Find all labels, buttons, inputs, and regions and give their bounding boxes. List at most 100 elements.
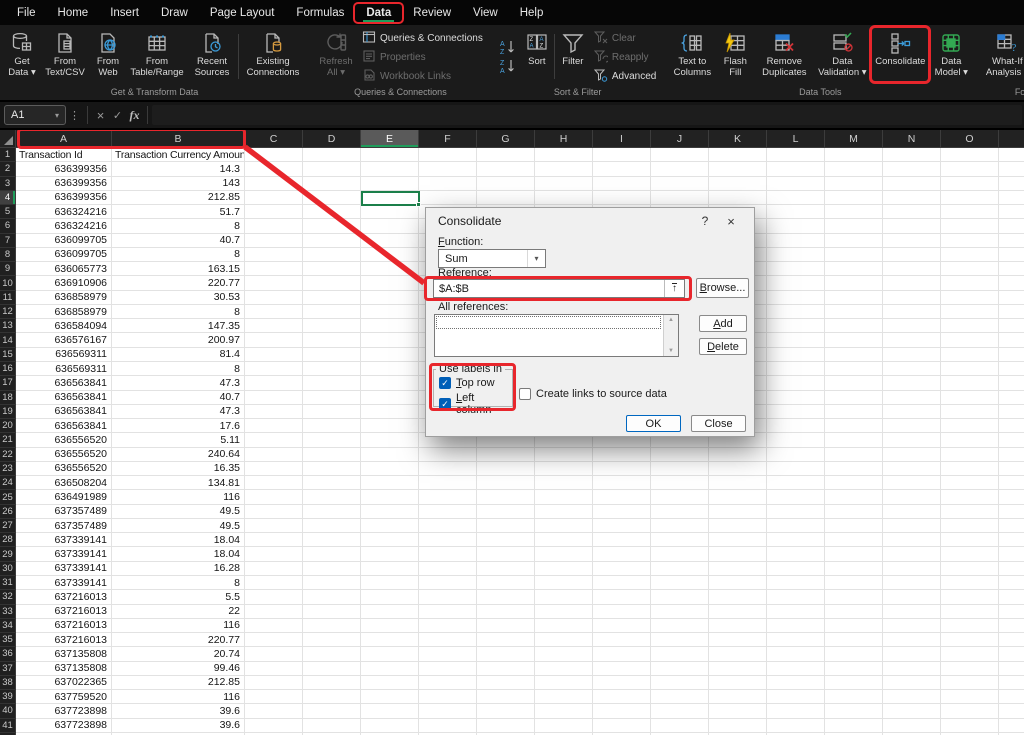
cell-a22[interactable]: 636556520 bbox=[16, 448, 112, 461]
cell-a4[interactable]: 636399356 bbox=[16, 191, 112, 204]
row-number[interactable]: 14 bbox=[0, 333, 16, 347]
active-cell-e4[interactable] bbox=[361, 191, 420, 206]
sort-az-button[interactable]: AZ bbox=[498, 39, 518, 55]
sort-button[interactable]: ZAAZ Sort bbox=[521, 27, 553, 86]
row-number[interactable]: 23 bbox=[0, 462, 16, 476]
row-number[interactable]: 20 bbox=[0, 419, 16, 433]
row-number[interactable]: 3 bbox=[0, 177, 16, 191]
row-number[interactable]: 4 bbox=[0, 191, 16, 205]
cell-b1[interactable]: Transaction Currency Amount bbox=[112, 148, 245, 161]
row-number[interactable]: 37 bbox=[0, 662, 16, 676]
tab-formulas[interactable]: Formulas bbox=[285, 2, 355, 24]
row-number[interactable]: 35 bbox=[0, 633, 16, 647]
name-box-dropdown-icon[interactable]: ▾ bbox=[55, 111, 59, 120]
cell-b41[interactable]: 39.6 bbox=[112, 719, 245, 732]
cell-b14[interactable]: 200.97 bbox=[112, 333, 245, 346]
row-number[interactable]: 15 bbox=[0, 348, 16, 362]
flash-fill-button[interactable]: Flash Fill bbox=[716, 27, 754, 86]
cell-b34[interactable]: 116 bbox=[112, 619, 245, 632]
column-header-G[interactable]: G bbox=[477, 130, 535, 147]
cell-a30[interactable]: 637339141 bbox=[16, 562, 112, 575]
row-number[interactable]: 7 bbox=[0, 234, 16, 248]
name-box[interactable]: A1 ▾ bbox=[4, 105, 66, 125]
cell-a26[interactable]: 637357489 bbox=[16, 505, 112, 518]
function-select[interactable]: Sum ▾ bbox=[438, 249, 546, 268]
cell-b12[interactable]: 8 bbox=[112, 305, 245, 318]
tab-draw[interactable]: Draw bbox=[150, 2, 199, 24]
cell-b28[interactable]: 18.04 bbox=[112, 533, 245, 546]
create-links-checkbox[interactable] bbox=[519, 388, 531, 400]
remove-duplicates-button[interactable]: Remove Duplicates bbox=[754, 27, 814, 86]
cell-a27[interactable]: 637357489 bbox=[16, 519, 112, 532]
cell-b3[interactable]: 143 bbox=[112, 177, 245, 190]
cell-b40[interactable]: 39.6 bbox=[112, 704, 245, 717]
clear-filter-button[interactable]: Clear bbox=[590, 29, 660, 48]
reference-input[interactable]: $A:$B bbox=[434, 280, 664, 297]
cell-a5[interactable]: 636324216 bbox=[16, 205, 112, 218]
column-header-N[interactable]: N bbox=[883, 130, 941, 147]
delete-button[interactable]: Delete bbox=[699, 338, 747, 355]
cell-b4[interactable]: 212.85 bbox=[112, 191, 245, 204]
column-header-B[interactable]: B bbox=[112, 130, 245, 147]
row-number[interactable]: 40 bbox=[0, 704, 16, 718]
cell-b6[interactable]: 8 bbox=[112, 219, 245, 232]
cell-a18[interactable]: 636563841 bbox=[16, 391, 112, 404]
cell-b8[interactable]: 8 bbox=[112, 248, 245, 261]
row-number[interactable]: 1 bbox=[0, 148, 16, 162]
cell-b26[interactable]: 49.5 bbox=[112, 505, 245, 518]
column-header-J[interactable]: J bbox=[651, 130, 709, 147]
tab-help[interactable]: Help bbox=[509, 2, 555, 24]
row-number[interactable]: 39 bbox=[0, 690, 16, 704]
fill-handle[interactable] bbox=[416, 202, 421, 207]
row-number[interactable]: 16 bbox=[0, 362, 16, 376]
properties-button[interactable]: Properties bbox=[358, 48, 487, 67]
scroll-up-icon[interactable]: ▲ bbox=[668, 317, 674, 323]
get-data-button[interactable]: Get Data ▾ bbox=[3, 27, 41, 86]
column-header-K[interactable]: K bbox=[709, 130, 767, 147]
dialog-title-bar[interactable]: Consolidate ? × bbox=[426, 208, 754, 232]
row-number[interactable]: 2 bbox=[0, 162, 16, 176]
cell-a13[interactable]: 636584094 bbox=[16, 319, 112, 332]
column-header-A[interactable]: A bbox=[16, 130, 112, 147]
row-number[interactable]: 33 bbox=[0, 605, 16, 619]
advanced-filter-button[interactable]: Advanced bbox=[590, 67, 660, 86]
dialog-help-button[interactable]: ? bbox=[692, 214, 718, 228]
tab-file[interactable]: File bbox=[6, 2, 47, 24]
refresh-all-button[interactable]: Refresh All ▾ bbox=[314, 27, 358, 86]
cell-b20[interactable]: 17.6 bbox=[112, 419, 245, 432]
cell-b39[interactable]: 116 bbox=[112, 690, 245, 703]
cell-b15[interactable]: 81.4 bbox=[112, 348, 245, 361]
cell-b32[interactable]: 5.5 bbox=[112, 590, 245, 603]
collapse-dialog-button[interactable]: ↑ bbox=[664, 280, 684, 297]
row-number[interactable]: 11 bbox=[0, 291, 16, 305]
queries-connections-button[interactable]: Queries & Connections bbox=[358, 29, 487, 48]
from-text-csv-button[interactable]: From Text/CSV bbox=[41, 27, 89, 86]
cell-b17[interactable]: 47.3 bbox=[112, 376, 245, 389]
cell-b35[interactable]: 220.77 bbox=[112, 633, 245, 646]
row-number[interactable]: 9 bbox=[0, 262, 16, 276]
from-table-range-button[interactable]: From Table/Range bbox=[127, 27, 187, 86]
cell-b21[interactable]: 5.11 bbox=[112, 433, 245, 446]
tab-view[interactable]: View bbox=[462, 2, 509, 24]
row-number[interactable]: 17 bbox=[0, 376, 16, 390]
row-number[interactable]: 5 bbox=[0, 205, 16, 219]
cell-b31[interactable]: 8 bbox=[112, 576, 245, 589]
cell-a37[interactable]: 637135808 bbox=[16, 662, 112, 675]
cell-b2[interactable]: 14.3 bbox=[112, 162, 245, 175]
tab-review[interactable]: Review bbox=[402, 2, 462, 24]
row-number[interactable]: 31 bbox=[0, 576, 16, 590]
cell-b13[interactable]: 147.35 bbox=[112, 319, 245, 332]
enter-icon[interactable]: ✓ bbox=[109, 109, 126, 122]
row-number[interactable]: 30 bbox=[0, 562, 16, 576]
tab-data[interactable]: Data bbox=[355, 2, 402, 24]
cell-a23[interactable]: 636556520 bbox=[16, 462, 112, 475]
cell-a2[interactable]: 636399356 bbox=[16, 162, 112, 175]
row-number[interactable]: 25 bbox=[0, 490, 16, 504]
column-header-F[interactable]: F bbox=[419, 130, 477, 147]
cell-a8[interactable]: 636099705 bbox=[16, 248, 112, 261]
cell-a3[interactable]: 636399356 bbox=[16, 177, 112, 190]
filter-button[interactable]: Filter bbox=[556, 27, 590, 86]
tab-home[interactable]: Home bbox=[47, 2, 100, 24]
cell-a11[interactable]: 636858979 bbox=[16, 291, 112, 304]
cell-b18[interactable]: 40.7 bbox=[112, 391, 245, 404]
